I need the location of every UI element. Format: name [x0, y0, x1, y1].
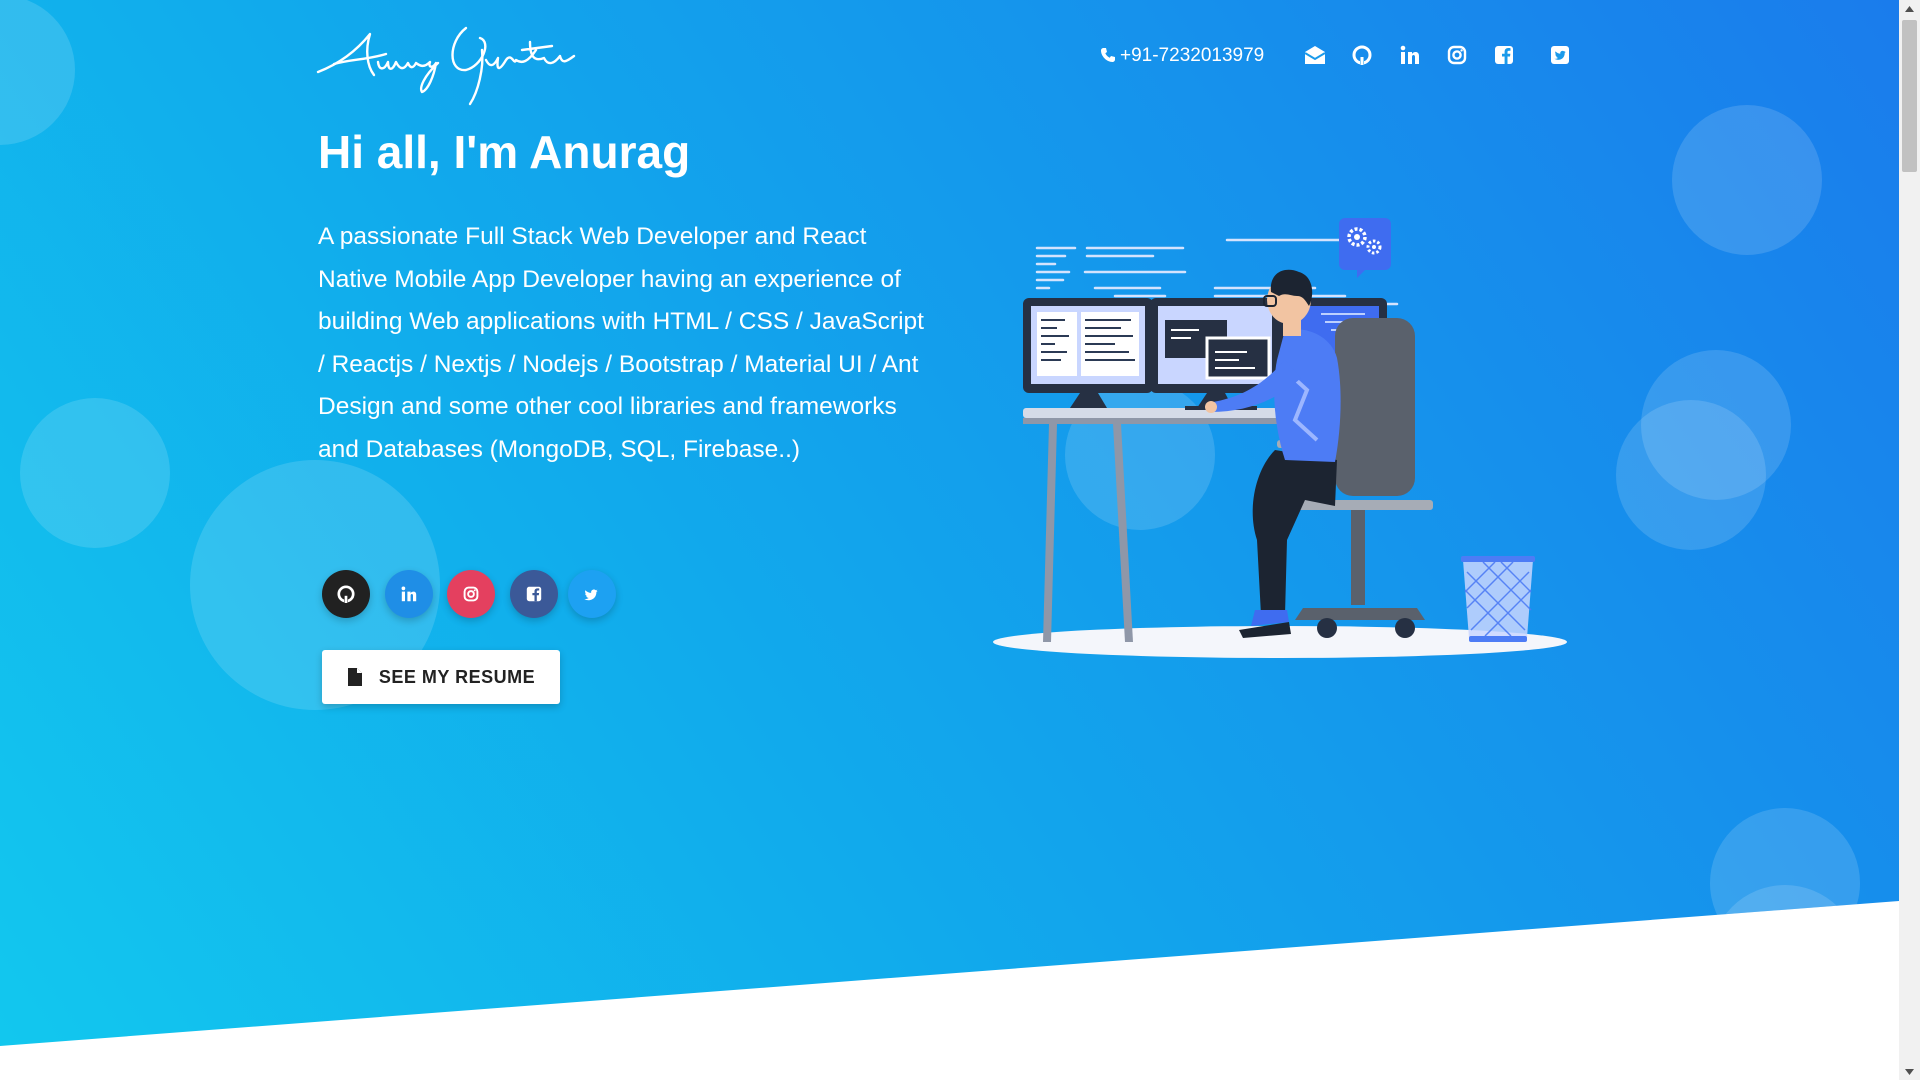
signature-logo[interactable]: [316, 20, 606, 115]
background-bubble: [0, 0, 75, 145]
background-bubble: [1672, 105, 1822, 255]
greeting-heading: Hi all, I'm Anurag: [318, 126, 691, 178]
facebook-button[interactable]: [510, 570, 558, 618]
envelope-icon[interactable]: [1303, 43, 1327, 67]
background-bubble: [1710, 885, 1860, 1035]
linkedin-icon[interactable]: [1398, 43, 1422, 67]
facebook-icon: [526, 586, 542, 602]
instagram-button[interactable]: [447, 570, 495, 618]
background-bubble: [1710, 808, 1860, 958]
twitter-icon[interactable]: [1548, 43, 1572, 67]
instagram-icon: [463, 586, 479, 602]
resume-button-label: SEE MY RESUME: [378, 666, 536, 687]
phone-number: +91-7232013979: [1120, 45, 1265, 66]
see-resume-button[interactable]: SEE MY RESUME: [322, 650, 560, 704]
background-bubble: [1616, 400, 1766, 550]
scrollbar[interactable]: [1899, 0, 1920, 1080]
phone-icon: [1101, 48, 1115, 62]
instagram-icon[interactable]: [1445, 43, 1469, 67]
file-icon: [347, 668, 362, 686]
phone-link[interactable]: +91-7232013979: [1100, 45, 1264, 67]
developer-illustration: [985, 210, 1585, 675]
github-button[interactable]: [322, 570, 370, 618]
github-icon: [337, 585, 355, 603]
twitter-button[interactable]: [568, 570, 616, 618]
scroll-down-arrow[interactable]: [1899, 1063, 1920, 1080]
linkedin-button[interactable]: [385, 570, 433, 618]
facebook-icon[interactable]: [1492, 43, 1516, 67]
top-navigation: +91-7232013979: [1100, 43, 1575, 69]
hero-section: +91-7232013979 Hi all, I'm Anurag A pass…: [0, 0, 1899, 1046]
scroll-up-arrow[interactable]: [1899, 0, 1920, 17]
intro-paragraph: A passionate Full Stack Web Developer an…: [318, 223, 924, 463]
linkedin-icon: [401, 586, 417, 602]
scrollbar-thumb[interactable]: [1902, 20, 1917, 172]
background-bubble: [20, 398, 170, 548]
github-icon[interactable]: [1350, 43, 1374, 67]
twitter-icon: [584, 589, 598, 601]
